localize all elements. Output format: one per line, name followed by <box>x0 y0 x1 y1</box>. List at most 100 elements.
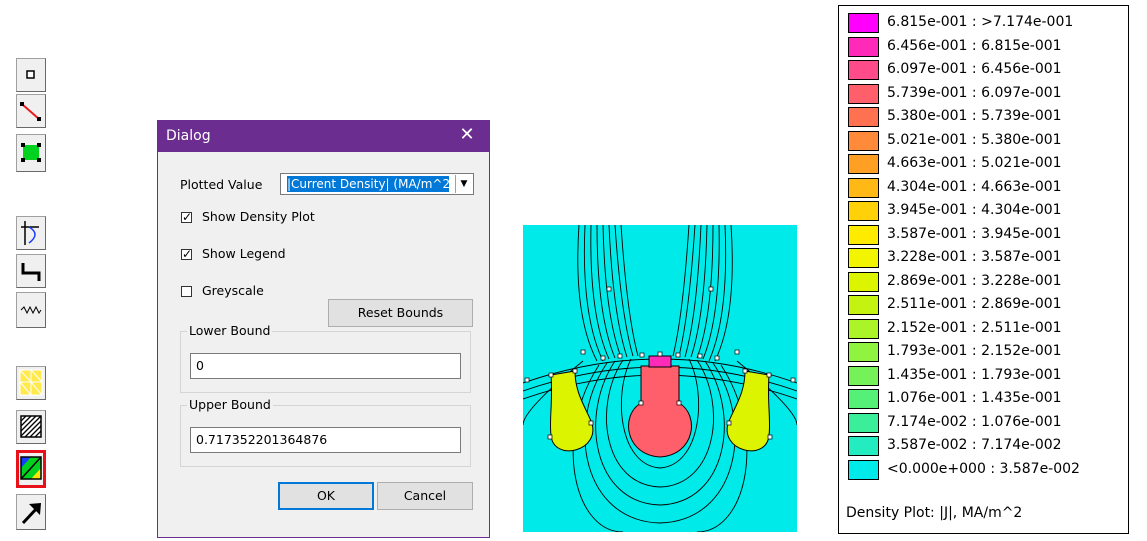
legend-entry: 3.228e-001 : 3.587e-001 <box>848 245 1128 269</box>
legend-label: 1.793e-001 : 2.152e-001 <box>887 343 1062 359</box>
legend-label: 1.076e-001 : 1.435e-001 <box>887 390 1062 406</box>
mesh-tool-button[interactable] <box>16 366 46 400</box>
legend-entry: 1.793e-001 : 2.152e-001 <box>848 339 1128 363</box>
show-legend-label: Show Legend <box>202 246 286 261</box>
show-legend-checkbox[interactable]: ✓ <box>181 247 193 261</box>
upper-bound-group: Upper Bound 0.717352201364876 <box>180 397 471 467</box>
density-plot-view[interactable] <box>523 225 797 532</box>
upper-bound-title: Upper Bound <box>187 397 273 412</box>
legend-swatch <box>848 177 879 198</box>
legend-entry: 6.815e-001 : >7.174e-001 <box>848 10 1128 34</box>
mesh-icon <box>19 369 43 396</box>
square-node-icon <box>26 70 35 79</box>
legend-entry: <0.000e+000 : 3.587e-002 <box>848 457 1128 481</box>
legend-label: 7.174e-002 : 1.076e-001 <box>887 413 1062 430</box>
legend-swatch <box>848 412 879 433</box>
legend-entry: 2.869e-001 : 3.228e-001 <box>848 269 1128 293</box>
legend-entry: 5.021e-001 : 5.380e-001 <box>848 128 1128 152</box>
legend-entry: 4.304e-001 : 4.663e-001 <box>848 175 1128 199</box>
legend-entry: 5.739e-001 : 6.097e-001 <box>848 81 1128 105</box>
legend-swatch <box>848 342 879 362</box>
block-label-tool-button[interactable] <box>16 134 46 172</box>
segment-tool-button[interactable] <box>16 94 46 128</box>
top-slot-bar <box>648 355 672 368</box>
lower-bound-group: Lower Bound 0 <box>180 323 471 393</box>
density-plot-tool-button[interactable] <box>16 450 46 488</box>
checkmark-icon: ✓ <box>182 247 193 261</box>
legend-swatch <box>848 36 879 57</box>
coil-icon <box>20 305 42 315</box>
lower-bound-input[interactable]: 0 <box>190 353 461 379</box>
ok-button[interactable]: OK <box>278 482 374 510</box>
legend-label: 5.739e-001 : 6.097e-001 <box>887 84 1062 101</box>
show-density-plot-label: Show Density Plot <box>202 209 315 224</box>
legend-label: 5.380e-001 : 5.739e-001 <box>887 108 1062 124</box>
arc-segment-icon <box>21 221 39 245</box>
legend-entry: 6.097e-001 : 6.456e-001 <box>848 57 1128 81</box>
hatch-icon <box>20 415 42 438</box>
plotted-value-select[interactable]: |Current Density| (MA/m^2) ▼ <box>280 173 474 195</box>
density-plot-icon <box>20 456 42 480</box>
greyscale-checkbox[interactable] <box>181 286 192 297</box>
density-plot-dialog: Dialog ✕ Plotted Value |Current Density|… <box>157 120 490 538</box>
upper-bound-input[interactable]: 0.717352201364876 <box>190 427 461 453</box>
legend-swatch <box>848 365 879 386</box>
legend-swatch <box>848 224 879 245</box>
greyscale-label: Greyscale <box>202 283 264 298</box>
legend-entry: 3.587e-001 : 3.945e-001 <box>848 222 1128 246</box>
legend-label: 4.304e-001 : 4.663e-001 <box>887 178 1062 195</box>
legend-entry: 3.945e-001 : 4.304e-001 <box>848 198 1128 222</box>
plotted-value-selected: |Current Density| (MA/m^2) <box>287 176 449 192</box>
legend-swatch <box>848 271 879 292</box>
show-density-plot-checkbox[interactable]: ✓ <box>181 210 193 224</box>
legend-label: 5.021e-001 : 5.380e-001 <box>887 131 1062 148</box>
legend-swatch <box>848 295 879 315</box>
legend-entry: 3.587e-002 : 7.174e-002 <box>848 433 1128 457</box>
legend-swatch <box>848 248 879 268</box>
legend-swatch <box>848 60 879 80</box>
block-label-icon <box>21 143 41 162</box>
legend-swatch <box>848 13 879 33</box>
legend-label: 2.511e-001 : 2.869e-001 <box>887 296 1062 312</box>
legend-entry: 6.456e-001 : 6.815e-001 <box>848 34 1128 58</box>
legend-label: 2.869e-001 : 3.228e-001 <box>887 272 1062 289</box>
reset-bounds-button[interactable]: Reset Bounds <box>328 299 473 327</box>
legend-swatch <box>848 154 879 174</box>
legend-label: 3.587e-001 : 3.945e-001 <box>887 225 1062 242</box>
legend-entry: 5.380e-001 : 5.739e-001 <box>848 104 1128 128</box>
title-bar[interactable]: Dialog ✕ <box>158 121 489 152</box>
legend-entry: 2.511e-001 : 2.869e-001 <box>848 292 1128 316</box>
close-icon[interactable]: ✕ <box>455 124 479 145</box>
legend-label: 2.152e-001 : 2.511e-001 <box>887 319 1062 336</box>
legend-label: 6.815e-001 : >7.174e-001 <box>887 14 1074 30</box>
checkmark-icon: ✓ <box>182 210 193 224</box>
segment-icon <box>20 102 41 121</box>
conductor-icon <box>21 263 41 281</box>
coil-tool-button[interactable] <box>16 292 46 328</box>
legend-swatch <box>848 107 879 127</box>
legend-label: 3.228e-001 : 3.587e-001 <box>887 249 1062 265</box>
legend-label: 1.435e-001 : 1.793e-001 <box>887 366 1062 383</box>
chevron-down-icon[interactable]: ▼ <box>455 175 472 193</box>
cancel-button[interactable]: Cancel <box>377 482 473 510</box>
hatch-tool-button[interactable] <box>16 410 46 444</box>
legend-label: 6.456e-001 : 6.815e-001 <box>887 37 1062 54</box>
arc-segment-tool-button[interactable] <box>16 216 46 250</box>
legend-label: 6.097e-001 : 6.456e-001 <box>887 61 1062 77</box>
vector-arrow-icon <box>21 503 41 525</box>
plotted-value-label: Plotted Value <box>180 177 263 192</box>
dialog-title: Dialog <box>166 128 211 144</box>
vector-plot-tool-button[interactable] <box>16 494 46 530</box>
density-legend: Density Plot: |J|, MA/m^2 6.815e-001 : >… <box>838 5 1129 534</box>
legend-label: 3.945e-001 : 4.304e-001 <box>887 202 1062 218</box>
node-tool-button[interactable] <box>16 58 46 92</box>
conductor-tool-button[interactable] <box>16 254 46 288</box>
legend-swatch <box>848 318 879 339</box>
legend-swatch <box>848 436 879 456</box>
lower-bound-title: Lower Bound <box>187 323 273 338</box>
legend-label: 3.587e-002 : 7.174e-002 <box>887 437 1062 453</box>
legend-swatch <box>848 459 879 480</box>
legend-label: <0.000e+000 : 3.587e-002 <box>887 460 1080 477</box>
legend-swatch <box>848 83 879 104</box>
legend-swatch <box>848 130 879 151</box>
